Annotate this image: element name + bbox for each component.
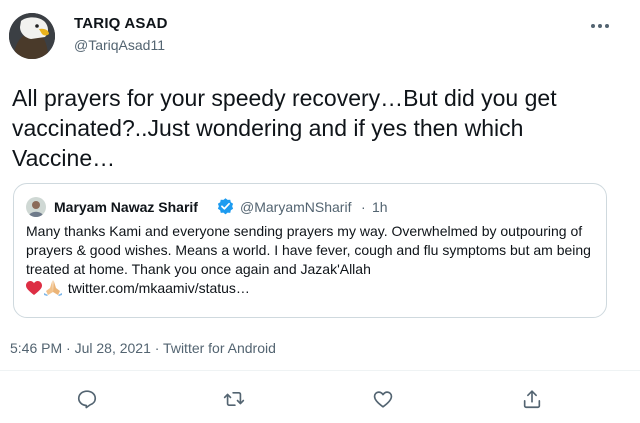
quoted-timestamp[interactable]: 1h [372, 199, 388, 215]
quoted-tweet-card[interactable]: Maryam Nawaz Sharif @MaryamNSharif · 1h … [13, 183, 607, 318]
quoted-tweet-body: Many thanks Kami and everyone sending pr… [26, 223, 591, 277]
author-name[interactable]: TARIQ ASAD [74, 15, 168, 32]
reply-icon[interactable] [76, 388, 98, 410]
author-avatar[interactable] [9, 13, 55, 59]
folded-hands-icon [44, 279, 62, 301]
quoted-author-avatar[interactable] [26, 197, 46, 217]
author-handle[interactable]: @TariqAsad11 [74, 37, 165, 53]
more-horizontal-icon[interactable] [588, 16, 612, 36]
quoted-author-handle[interactable]: @MaryamNSharif [240, 199, 351, 215]
heart-icon[interactable] [372, 388, 394, 410]
quoted-tweet-link[interactable]: twitter.com/mkaamiv/status… [68, 280, 250, 296]
tweet-text: All prayers for your speedy recovery…But… [12, 85, 557, 171]
quoted-separator: · [361, 199, 366, 215]
share-icon[interactable] [521, 388, 543, 410]
red-heart-icon [26, 281, 42, 301]
retweet-icon[interactable] [223, 388, 245, 410]
quoted-author-name[interactable]: Maryam Nawaz Sharif [54, 199, 198, 215]
divider [0, 370, 640, 371]
tweet-timestamp-source[interactable]: 5:46 PM · Jul 28, 2021 · Twitter for And… [10, 340, 276, 356]
verified-badge-icon [216, 197, 235, 216]
quoted-tweet-text: Many thanks Kami and everyone sending pr… [26, 222, 596, 301]
